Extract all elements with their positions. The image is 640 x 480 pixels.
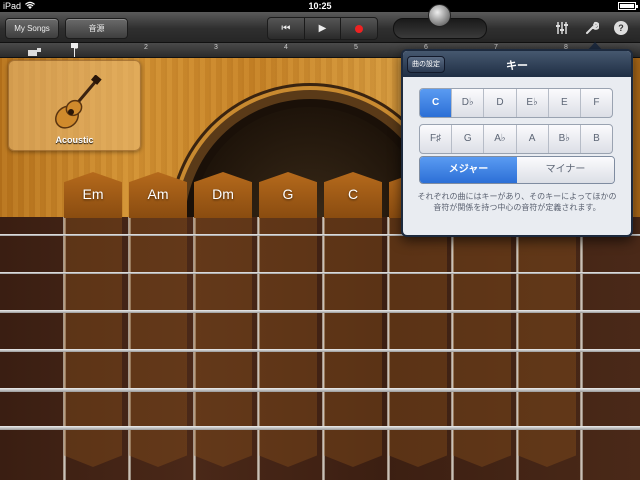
key-d[interactable]: D bbox=[484, 89, 517, 117]
key-a-flat[interactable]: A♭ bbox=[484, 125, 517, 153]
chord-label: C bbox=[347, 186, 359, 202]
key-g[interactable]: G bbox=[452, 125, 485, 153]
chord-strip-em[interactable]: Em bbox=[64, 172, 122, 467]
popover-title: キー bbox=[506, 60, 528, 72]
key-e[interactable]: E bbox=[549, 89, 581, 117]
status-bar: iPad 10:25 bbox=[0, 0, 640, 12]
ruler-mark: 4 bbox=[284, 44, 288, 51]
chord-strip-dm[interactable]: Dm bbox=[194, 172, 252, 467]
key-row: F♯ G A♭ A B♭ B bbox=[419, 124, 613, 154]
transport-controls: ⏮ ▶ bbox=[267, 17, 378, 40]
chord-label: Em bbox=[82, 186, 104, 202]
key-selector: C D♭ D E♭ E F F♯ G A♭ A B♭ B bbox=[419, 88, 613, 154]
instrument-selector[interactable]: Acoustic bbox=[8, 60, 141, 151]
wrench-icon[interactable] bbox=[585, 21, 600, 35]
key-b-flat[interactable]: B♭ bbox=[549, 125, 581, 153]
rewind-button[interactable]: ⏮ bbox=[268, 18, 305, 39]
guitar-string[interactable] bbox=[0, 349, 640, 352]
key-description: それぞれの曲にはキーがあり、そのキーによってほかの音符が関係を持つ中心の音符が定… bbox=[417, 192, 617, 212]
key-e-flat[interactable]: E♭ bbox=[517, 89, 549, 117]
rewind-icon: ⏮ bbox=[281, 23, 291, 34]
guitar-string[interactable] bbox=[0, 426, 640, 430]
help-icon[interactable]: ? bbox=[614, 21, 628, 35]
key-c[interactable]: C bbox=[420, 89, 453, 117]
key-row: C D♭ D E♭ E F bbox=[419, 88, 613, 118]
minor-button[interactable]: マイナー bbox=[517, 157, 614, 183]
scale-toggle: メジャー マイナー bbox=[419, 156, 615, 184]
chord-label: Dm bbox=[212, 186, 234, 202]
toolbar: My Songs 音源 ⏮ ▶ bbox=[0, 12, 640, 43]
key-d-flat[interactable]: D♭ bbox=[452, 89, 485, 117]
volume-knob[interactable] bbox=[428, 4, 451, 27]
my-songs-button[interactable]: My Songs bbox=[5, 18, 59, 39]
key-b[interactable]: B bbox=[581, 125, 612, 153]
play-icon: ▶ bbox=[318, 23, 327, 34]
playhead[interactable] bbox=[71, 43, 78, 57]
key-f[interactable]: F bbox=[581, 89, 612, 117]
key-f-sharp[interactable]: F♯ bbox=[420, 125, 453, 153]
chord-strip-am[interactable]: Am bbox=[129, 172, 187, 467]
mixer-icon[interactable] bbox=[555, 21, 569, 35]
key-a[interactable]: A bbox=[517, 125, 549, 153]
chord-strip-c[interactable]: C bbox=[324, 172, 382, 467]
ruler-mark: 5 bbox=[354, 44, 358, 51]
record-button[interactable] bbox=[341, 18, 377, 39]
guitar-string[interactable] bbox=[0, 388, 640, 392]
chord-label: Am bbox=[147, 186, 169, 202]
chord-strip-g[interactable]: G bbox=[259, 172, 317, 467]
sound-source-button[interactable]: 音源 bbox=[65, 18, 128, 39]
record-icon bbox=[355, 24, 364, 33]
popover-header: 曲の設定 キー bbox=[403, 51, 631, 77]
ruler-mark: 3 bbox=[214, 44, 218, 51]
play-button[interactable]: ▶ bbox=[305, 18, 342, 39]
ruler-mark: 2 bbox=[144, 44, 148, 51]
clock: 10:25 bbox=[308, 1, 332, 11]
guitar-string[interactable] bbox=[0, 310, 640, 313]
major-button[interactable]: メジャー bbox=[420, 157, 517, 183]
acoustic-guitar-icon bbox=[55, 75, 102, 129]
battery-icon bbox=[618, 2, 638, 10]
chord-label: G bbox=[282, 186, 294, 202]
instrument-name: Acoustic bbox=[55, 135, 94, 145]
guitar-string[interactable] bbox=[0, 272, 640, 274]
key-popover: 曲の設定 キー C D♭ D E♭ E F F♯ G A♭ A B♭ B メジャ… bbox=[401, 49, 633, 237]
